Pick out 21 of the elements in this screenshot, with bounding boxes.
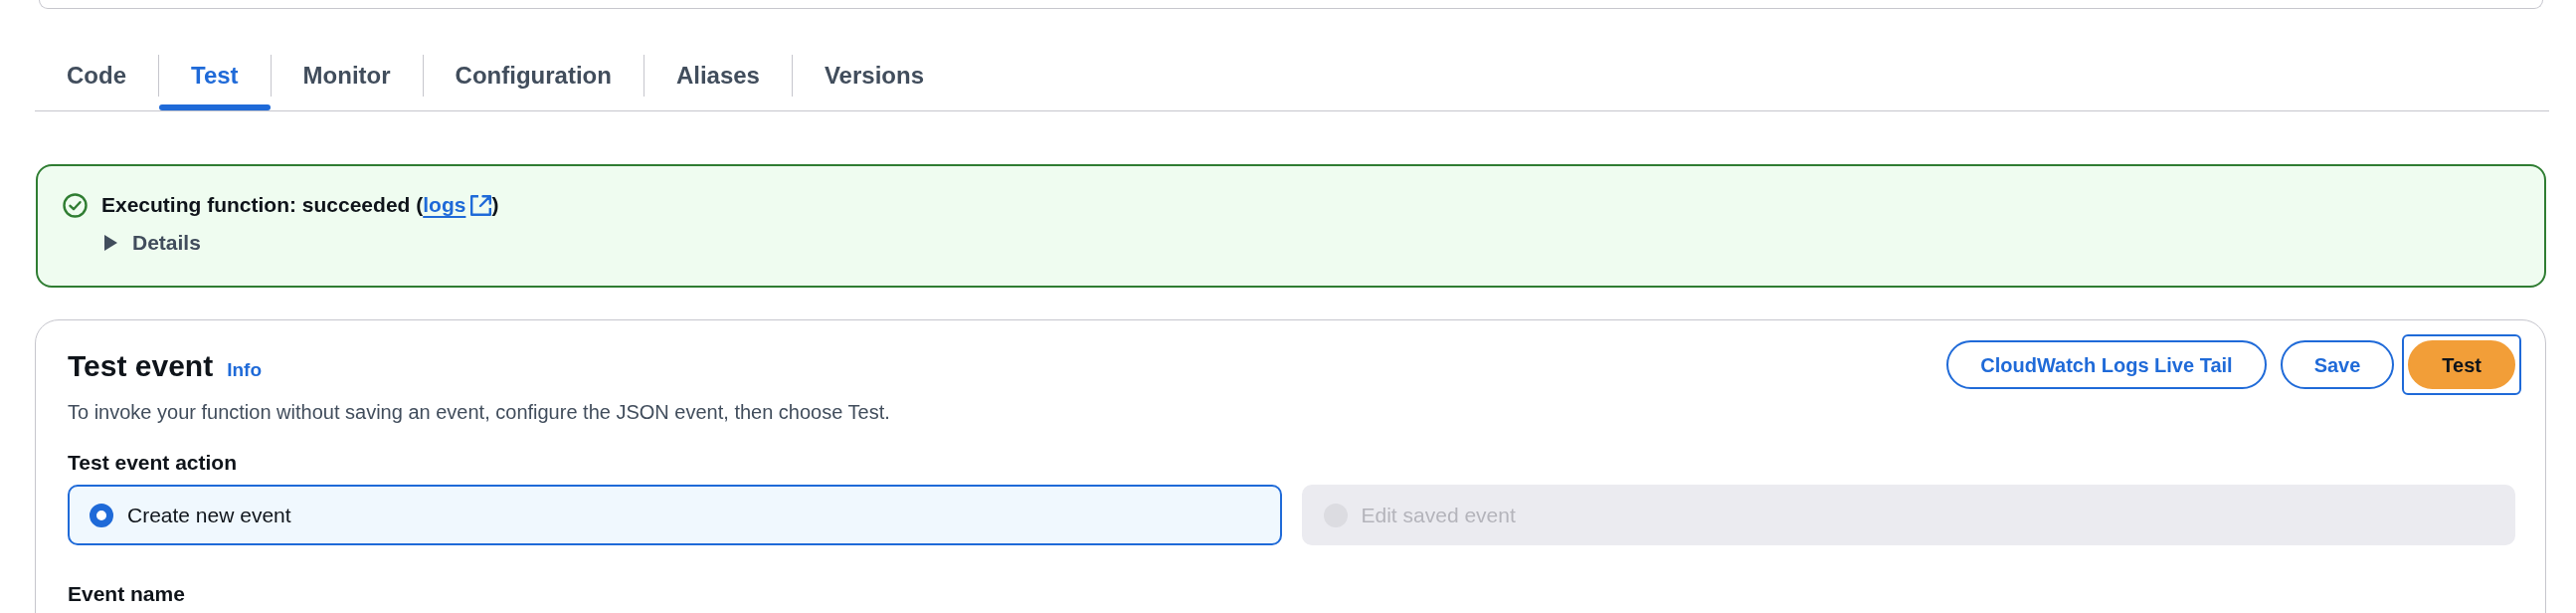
action-button[interactable]: Save <box>2280 340 2395 389</box>
tab[interactable]: Aliases <box>644 41 792 110</box>
alert-message: Executing function: succeeded (logs ) <box>101 191 499 219</box>
field-label: Test event action <box>68 450 238 476</box>
radio-button[interactable] <box>90 503 113 527</box>
panel-title: Test event <box>68 348 214 384</box>
tab[interactable]: Configuration <box>423 41 644 110</box>
primary-button[interactable]: Test <box>2408 340 2515 389</box>
info-link[interactable]: Info <box>227 358 262 382</box>
radio-option[interactable]: Create new event <box>68 485 1282 545</box>
external-link-icon <box>470 194 492 216</box>
panel-description: To invoke your function without saving an event, configure the JSON event, then choose Test. <box>68 400 891 425</box>
tab[interactable]: Test <box>159 41 271 110</box>
tab[interactable]: Monitor <box>271 41 423 110</box>
action-button[interactable]: CloudWatch Logs Live Tail <box>1946 340 2267 389</box>
logs-link[interactable]: logs <box>423 191 492 219</box>
field-label: Event name <box>68 581 186 607</box>
tab[interactable]: Code <box>35 41 158 110</box>
tab[interactable]: Versions <box>792 41 956 110</box>
details-toggle[interactable]: Details <box>104 229 201 257</box>
check-circle-icon <box>63 192 88 218</box>
